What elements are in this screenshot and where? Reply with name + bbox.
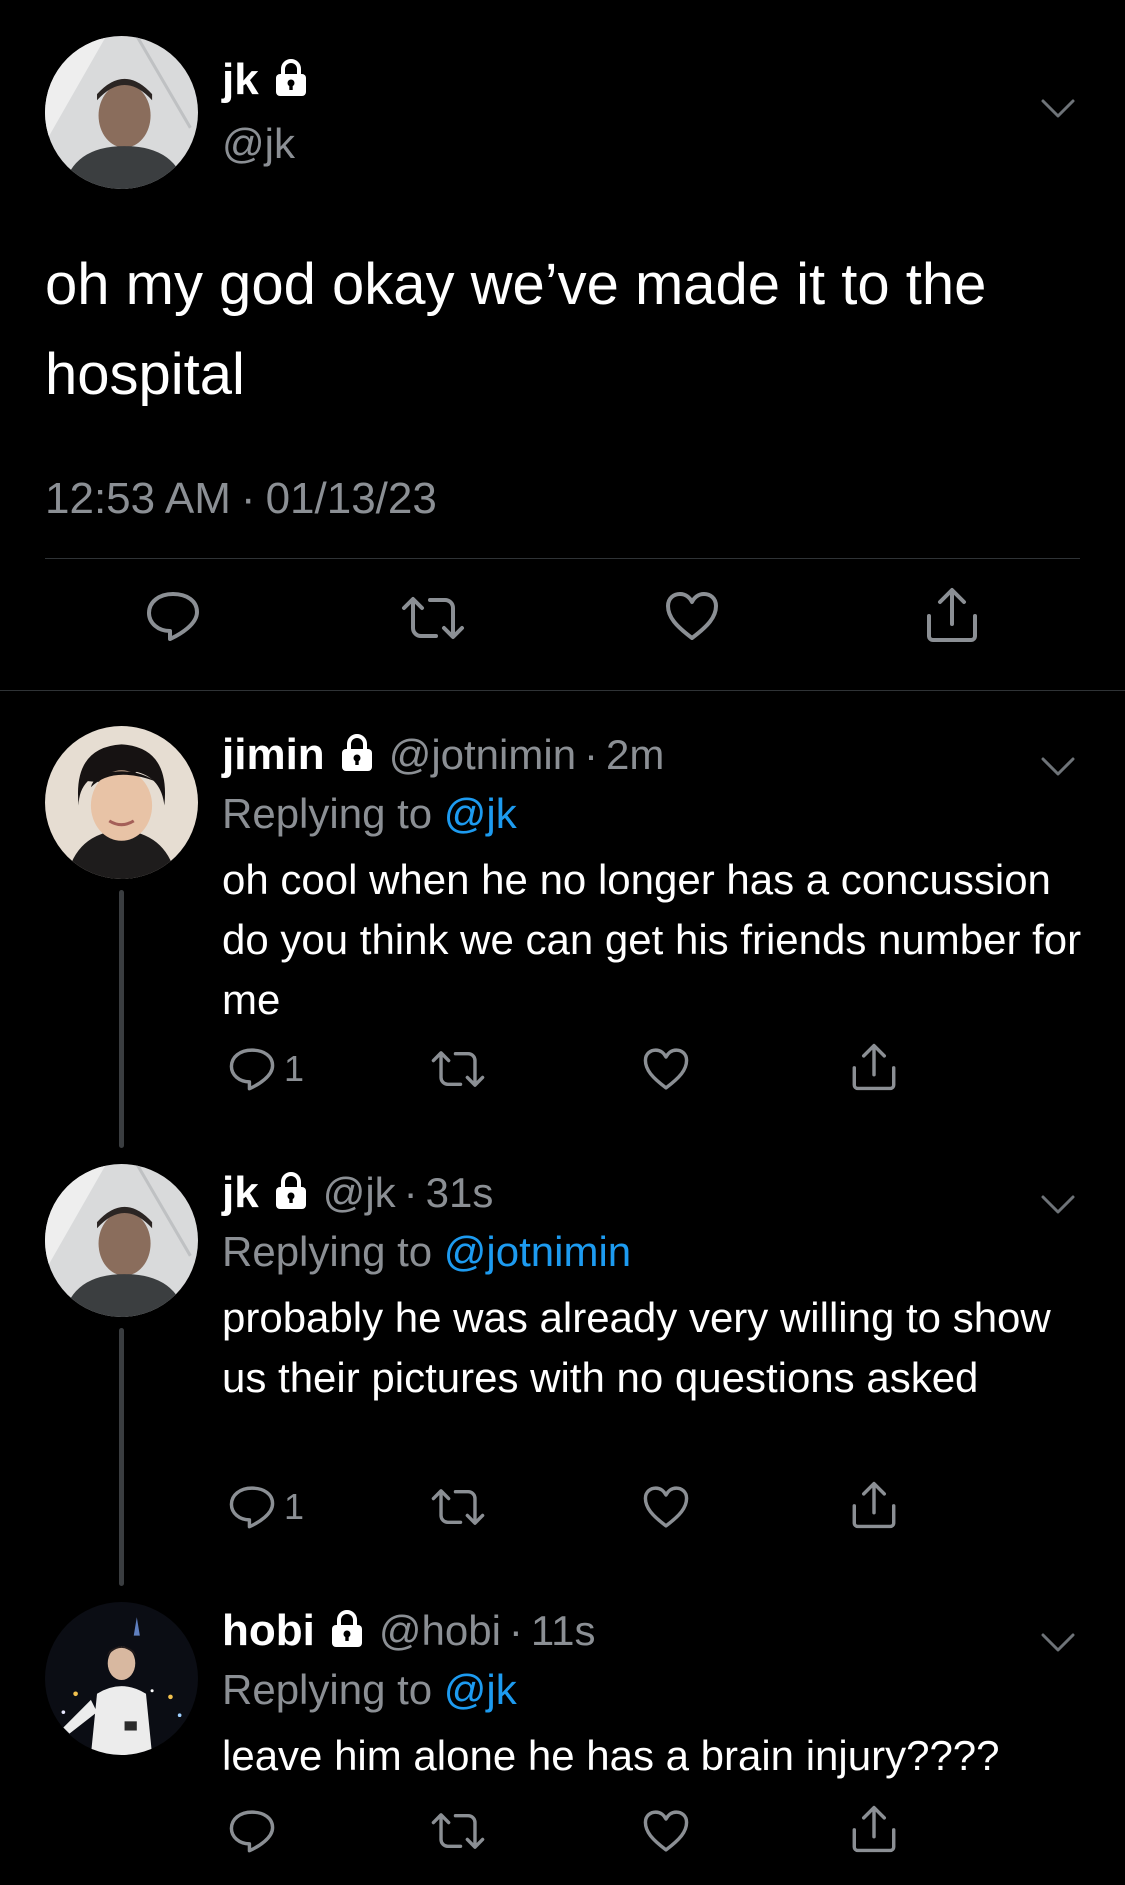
author-name: jk (222, 1168, 259, 1217)
retweet-icon (402, 597, 464, 639)
tweet-actions (0, 588, 1125, 660)
like-button[interactable] (642, 1046, 690, 1092)
reply-button[interactable]: 1 (228, 1484, 304, 1530)
author-name: jimin (222, 730, 325, 779)
retweet-button[interactable] (430, 1486, 486, 1528)
share-icon (852, 1805, 896, 1853)
reply-tweet[interactable]: hobi @hobi · 11s Replying to @jk leave h… (0, 1602, 1125, 1885)
lock-icon (273, 58, 309, 102)
author-name: jk (222, 55, 259, 104)
author-name: hobi (222, 1606, 315, 1655)
retweet-icon (431, 1813, 485, 1849)
share-button[interactable] (850, 1804, 898, 1854)
tweet-thread-page: jk @jk oh my god okay we’ve made it to t… (0, 0, 1125, 1885)
divider (0, 690, 1125, 691)
like-icon (643, 1048, 689, 1090)
meta-separator: · (403, 1169, 418, 1216)
like-icon (666, 592, 718, 640)
reply-text: oh cool when he no longer has a concussi… (222, 856, 1082, 1023)
replying-prefix: Replying to (222, 1666, 444, 1713)
reply-time: 11s (530, 1607, 596, 1654)
reply-actions: 1 (0, 1481, 1125, 1544)
reply-icon (229, 1810, 275, 1853)
share-button[interactable] (850, 1042, 898, 1092)
reply-header: jk @jk · 31s (222, 1168, 493, 1218)
reply-button[interactable] (145, 590, 201, 642)
like-icon (643, 1486, 689, 1528)
reply-time: 31s (425, 1169, 494, 1216)
chevron-down-icon[interactable] (1040, 1194, 1076, 1221)
like-button[interactable] (664, 590, 720, 642)
main-tweet[interactable]: jk @jk oh my god okay we’ve made it to t… (0, 0, 1125, 691)
replying-mention-link[interactable]: @jotnimin (444, 1228, 631, 1275)
retweet-button[interactable] (430, 1048, 486, 1090)
reply-actions (0, 1805, 1125, 1868)
chevron-down-icon[interactable] (1040, 98, 1076, 125)
replying-to: Replying to @jk (222, 1666, 517, 1714)
share-button[interactable] (924, 586, 980, 644)
reply-icon (229, 1486, 275, 1529)
avatar[interactable] (45, 1602, 198, 1755)
replying-prefix: Replying to (222, 1228, 444, 1275)
avatar[interactable] (45, 726, 198, 879)
avatar[interactable] (45, 36, 198, 189)
share-button[interactable] (850, 1480, 898, 1530)
replying-to: Replying to @jotnimin (222, 1228, 631, 1276)
replying-mention-link[interactable]: @jk (444, 790, 517, 837)
meta-separator: · (508, 1607, 523, 1654)
reply-count: 1 (284, 1486, 305, 1527)
reply-tweet[interactable]: jimin @jotnimin · 2m Replying to @jk oh … (0, 726, 1125, 1148)
retweet-button[interactable] (400, 594, 466, 642)
replying-to: Replying to @jk (222, 790, 517, 838)
thread-line (119, 1328, 124, 1586)
reply-button[interactable] (228, 1808, 276, 1854)
share-icon (852, 1043, 896, 1091)
author-handle: @jk (322, 1169, 396, 1216)
lock-icon (329, 1609, 365, 1653)
author-handle: @hobi (378, 1607, 501, 1654)
author-handle: @jotnimin (388, 731, 577, 778)
like-icon (643, 1810, 689, 1852)
replying-mention-link[interactable]: @jk (444, 1666, 517, 1713)
reply-text: leave him alone he has a brain injury???… (222, 1732, 1000, 1779)
meta-separator: · (584, 731, 599, 778)
reply-icon (147, 592, 199, 641)
share-icon (927, 588, 977, 642)
like-button[interactable] (642, 1808, 690, 1854)
lock-icon (339, 733, 375, 777)
avatar[interactable] (45, 1164, 198, 1317)
retweet-icon (431, 1051, 485, 1087)
author-name-row: jk (222, 58, 309, 102)
chevron-down-icon[interactable] (1040, 756, 1076, 783)
meta-separator: · (240, 474, 256, 523)
author-handle: @jk (222, 120, 295, 167)
thread-line (119, 890, 124, 1148)
retweet-button[interactable] (430, 1810, 486, 1852)
tweet-timestamp[interactable]: 12:53 AM · 01/13/23 (45, 474, 437, 524)
share-icon (852, 1481, 896, 1529)
reply-header: hobi @hobi · 11s (222, 1606, 596, 1656)
reply-count: 1 (284, 1048, 305, 1089)
reply-header: jimin @jotnimin · 2m (222, 730, 664, 780)
reply-icon (229, 1048, 275, 1091)
reply-text: probably he was already very willing to … (222, 1294, 1051, 1401)
lock-icon (273, 1171, 309, 1215)
reply-tweet[interactable]: jk @jk · 31s Replying to @jotnimin proba… (0, 1164, 1125, 1586)
divider (45, 558, 1080, 559)
chevron-down-icon[interactable] (1040, 1632, 1076, 1659)
reply-actions: 1 (0, 1043, 1125, 1106)
tweet-text: oh my god okay we’ve made it to the hosp… (45, 252, 987, 407)
replying-prefix: Replying to (222, 790, 444, 837)
tweet-date: 01/13/23 (265, 474, 437, 523)
like-button[interactable] (642, 1484, 690, 1530)
reply-button[interactable]: 1 (228, 1046, 304, 1092)
reply-time: 2m (606, 731, 665, 778)
tweet-time: 12:53 AM (45, 474, 231, 523)
retweet-icon (431, 1489, 485, 1525)
